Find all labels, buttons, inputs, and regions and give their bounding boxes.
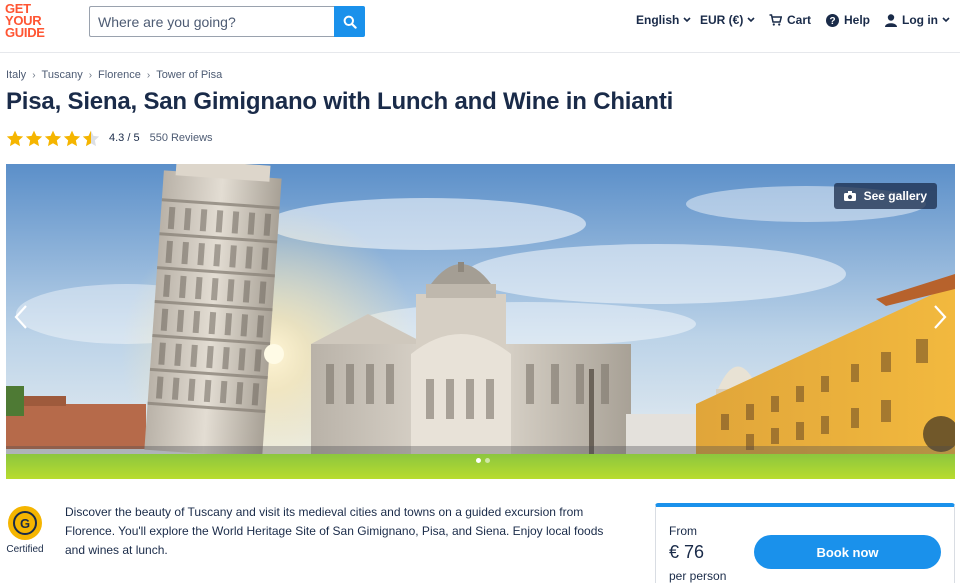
price-per-person-label: per person bbox=[669, 569, 727, 583]
login-menu[interactable]: Log in bbox=[885, 12, 950, 28]
carousel-dot[interactable] bbox=[485, 458, 490, 463]
chevron-left-icon bbox=[14, 305, 27, 329]
rating-value: 4.3 / 5 bbox=[109, 132, 140, 144]
login-label: Log in bbox=[902, 13, 938, 27]
reviews-link[interactable]: 550 Reviews bbox=[150, 132, 213, 144]
certified-badge: G Certified bbox=[6, 506, 44, 564]
chevron-right-icon: › bbox=[146, 69, 151, 81]
booking-card: From € 76 per person Book now bbox=[655, 503, 955, 583]
next-image-button[interactable] bbox=[929, 302, 951, 332]
cart-label: Cart bbox=[787, 13, 812, 27]
chevron-down-icon bbox=[683, 17, 691, 23]
breadcrumb-item-tower-of-pisa[interactable]: Tower of Pisa bbox=[156, 69, 222, 81]
star-rating bbox=[6, 130, 101, 147]
see-gallery-label: See gallery bbox=[863, 189, 927, 203]
search-button[interactable] bbox=[334, 6, 365, 37]
svg-text:?: ? bbox=[829, 16, 835, 27]
pisa-cathedral-photo bbox=[6, 164, 955, 479]
star-icon bbox=[25, 130, 43, 146]
star-icon bbox=[63, 130, 81, 146]
cart-link[interactable]: Cart bbox=[769, 12, 811, 28]
certified-badge-letter: G bbox=[13, 511, 37, 535]
breadcrumb-item-tuscany[interactable]: Tuscany bbox=[42, 69, 83, 81]
user-icon bbox=[885, 13, 897, 27]
price-from-label: From bbox=[669, 524, 697, 538]
camera-icon bbox=[843, 191, 856, 201]
chevron-down-icon bbox=[942, 17, 950, 23]
language-label: English bbox=[636, 13, 680, 27]
star-icon bbox=[6, 130, 24, 146]
help-label: Help bbox=[844, 13, 871, 27]
chevron-right-icon: › bbox=[32, 69, 36, 81]
carousel-dot-active[interactable] bbox=[476, 458, 481, 463]
certified-badge-icon: G bbox=[8, 506, 42, 540]
breadcrumb-item-florence[interactable]: Florence bbox=[98, 69, 141, 81]
carousel-dots bbox=[474, 458, 492, 463]
book-now-button[interactable]: Book now bbox=[754, 535, 941, 569]
breadcrumb-item-italy[interactable]: Italy bbox=[6, 69, 26, 81]
certified-label: Certified bbox=[6, 544, 44, 555]
chevron-right-icon bbox=[934, 305, 947, 329]
activity-description: Discover the beauty of Tuscany and visit… bbox=[65, 505, 604, 557]
getyourguide-logo[interactable]: GET YOUR GUIDE bbox=[5, 2, 55, 41]
breadcrumb: Italy › Tuscany › Florence › Tower of Pi… bbox=[6, 69, 222, 81]
price-value: € 76 bbox=[669, 542, 705, 562]
help-icon: ? bbox=[826, 13, 839, 27]
cart-icon bbox=[769, 14, 782, 26]
hero-image[interactable]: See gallery bbox=[6, 164, 955, 479]
search-input[interactable] bbox=[89, 6, 335, 37]
help-link[interactable]: ? Help bbox=[826, 12, 870, 28]
chevron-right-icon: › bbox=[88, 69, 93, 81]
chevron-down-icon bbox=[747, 17, 755, 23]
half-star-icon bbox=[82, 130, 100, 146]
site-header: GET YOUR GUIDE English EUR (€) Cart ? He… bbox=[0, 0, 960, 53]
star-icon bbox=[44, 130, 62, 146]
see-gallery-button[interactable]: See gallery bbox=[833, 183, 937, 209]
logo-line-3: GUIDE bbox=[5, 25, 45, 40]
search-icon bbox=[343, 15, 357, 29]
currency-label: EUR (€) bbox=[700, 13, 744, 27]
rating-summary: 4.3 / 5 550 Reviews bbox=[6, 128, 213, 148]
previous-image-button[interactable] bbox=[10, 302, 32, 332]
language-selector[interactable]: English bbox=[636, 12, 691, 28]
page-title: Pisa, Siena, San Gimignano with Lunch an… bbox=[6, 88, 674, 115]
currency-selector[interactable]: EUR (€) bbox=[700, 12, 755, 28]
